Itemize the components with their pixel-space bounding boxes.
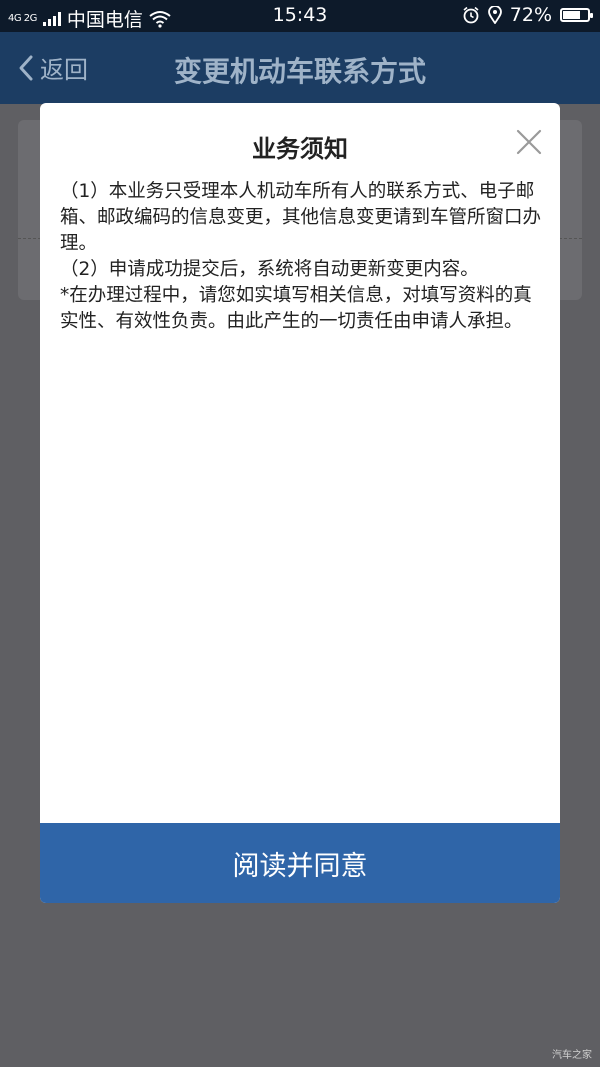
battery-fill <box>563 11 580 19</box>
dialog-title: 业务须知 <box>252 135 348 163</box>
agree-button[interactable]: 阅读并同意 <box>40 823 560 903</box>
dialog-body: （1）本业务只受理本人机动车所有人的联系方式、电子邮箱、邮政编码的信息变更，其他… <box>60 179 542 335</box>
status-right: 72% <box>462 4 593 26</box>
status-bar: 4G 2G 中国电信 15:43 72% <box>0 0 600 32</box>
nav-bar: 返回 变更机动车联系方式 <box>0 32 600 104</box>
notice-paragraph-2: （2）申请成功提交后，系统将自动更新变更内容。 <box>60 259 479 280</box>
location-icon <box>487 6 502 24</box>
notice-dialog: 业务须知 （1）本业务只受理本人机动车所有人的联系方式、电子邮箱、邮政编码的信息… <box>40 103 560 903</box>
close-icon[interactable] <box>514 127 544 157</box>
page-title: 变更机动车联系方式 <box>173 55 426 88</box>
notice-paragraph-3: *在办理过程中，请您如实填写相关信息，对填写资料的真实性、有效性负责。由此产生的… <box>60 285 532 332</box>
battery-percent: 72% <box>509 4 552 26</box>
watermark: 汽车之家 <box>552 1050 592 1061</box>
battery-icon <box>560 8 593 22</box>
alarm-icon <box>463 6 479 24</box>
notice-paragraph-1: （1）本业务只受理本人机动车所有人的联系方式、电子邮箱、邮政编码的信息变更，其他… <box>60 181 542 254</box>
